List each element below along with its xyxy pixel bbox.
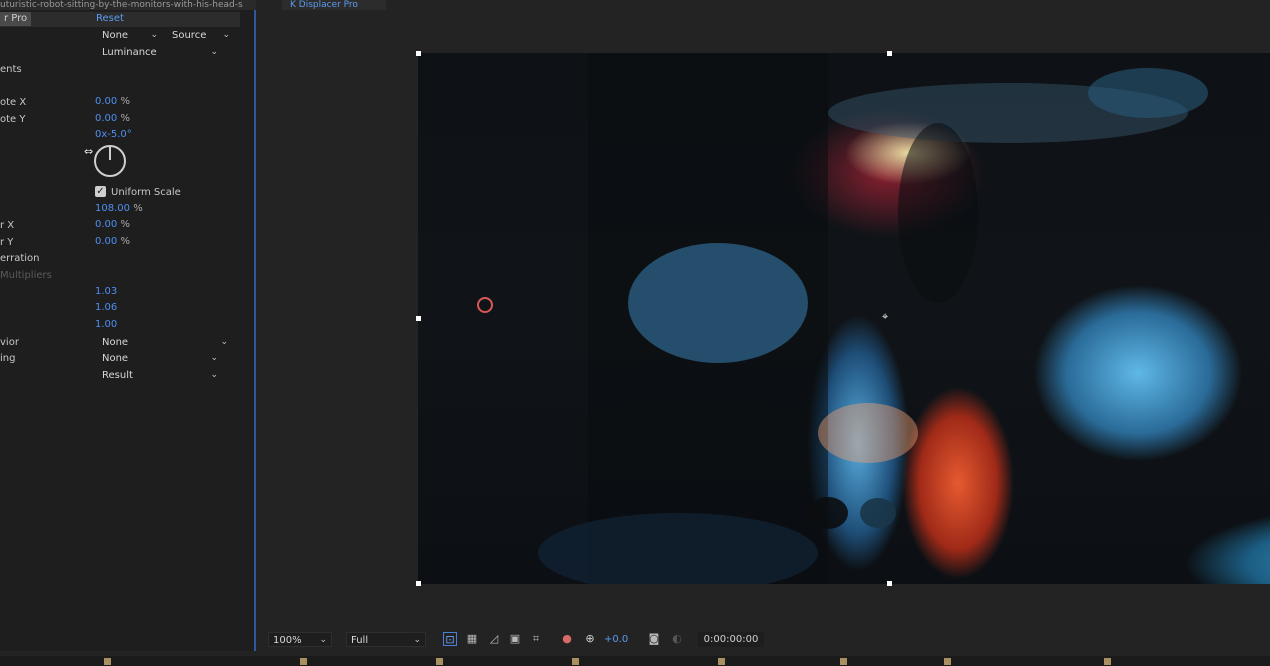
effect-name[interactable]: r Pro bbox=[0, 12, 32, 26]
section-label[interactable]: ents bbox=[0, 64, 22, 76]
chevron-down-icon: ⌄ bbox=[210, 370, 218, 380]
canvas-texture bbox=[477, 53, 1208, 584]
show-snapshot-icon[interactable]: ◐ bbox=[670, 632, 684, 646]
channel-dropdown-value: Luminance bbox=[102, 47, 157, 58]
uniform-scale-checkbox[interactable]: ✓ bbox=[95, 186, 106, 197]
chevron-down-icon: ⌄ bbox=[413, 635, 421, 645]
rotate-x-value[interactable]: 0.00 % bbox=[95, 96, 130, 108]
transform-handle[interactable] bbox=[887, 51, 892, 56]
reset-link[interactable]: Reset bbox=[96, 12, 124, 26]
composition-canvas[interactable] bbox=[418, 53, 1270, 584]
output-dropdown[interactable]: Result ⌄ bbox=[98, 368, 222, 383]
rotation-value[interactable]: 0x-5.0° bbox=[95, 129, 132, 141]
layer-dropdown[interactable]: None ⌄ bbox=[98, 28, 162, 43]
layer-dropdown-value: None bbox=[102, 30, 129, 41]
blending-dropdown-value: None bbox=[102, 353, 129, 364]
multipliers-label: Multipliers bbox=[0, 270, 52, 281]
strip-item bbox=[104, 657, 115, 666]
dial-hand bbox=[109, 147, 111, 160]
rotate-x-label: ote X bbox=[0, 97, 27, 108]
aberration-label[interactable]: erration bbox=[0, 253, 39, 265]
viewer-tab[interactable]: K Displacer Pro bbox=[282, 0, 386, 10]
checkmark-icon: ✓ bbox=[96, 186, 105, 197]
output-dropdown-value: Result bbox=[102, 370, 133, 381]
channel-dropdown[interactable]: Luminance ⌄ bbox=[98, 45, 222, 60]
cursor-icon: ⇔ bbox=[84, 145, 94, 158]
transform-handle[interactable] bbox=[416, 51, 421, 56]
blending-label: ing bbox=[0, 353, 16, 364]
chevron-down-icon: ⌄ bbox=[319, 635, 327, 645]
transform-handle[interactable] bbox=[887, 581, 892, 586]
strip-item bbox=[944, 657, 955, 666]
offset-x-label: r X bbox=[0, 220, 15, 231]
guides-icon[interactable]: ▣ bbox=[508, 632, 522, 646]
behavior-dropdown-value: None bbox=[102, 337, 129, 348]
blending-dropdown[interactable]: None ⌄ bbox=[98, 351, 222, 366]
color-channels-icon[interactable]: ● bbox=[560, 632, 574, 646]
strip-item bbox=[1104, 657, 1115, 666]
offset-x-value[interactable]: 0.00 % bbox=[95, 219, 130, 231]
region-of-interest-icon[interactable]: ⊡ bbox=[443, 632, 457, 646]
multiplier-1-value[interactable]: 1.03 bbox=[95, 286, 117, 298]
resolution-dropdown[interactable]: Full ⌄ bbox=[346, 632, 426, 647]
behavior-label: vior bbox=[0, 337, 19, 348]
transform-handle[interactable] bbox=[416, 316, 421, 321]
grid-icon[interactable]: ⌗ bbox=[529, 632, 543, 646]
strip-item bbox=[718, 657, 729, 666]
multiplier-2-value[interactable]: 1.06 bbox=[95, 302, 117, 314]
chevron-down-icon: ⌄ bbox=[220, 337, 228, 347]
rotate-y-label: ote Y bbox=[0, 114, 26, 125]
chevron-down-icon: ⌄ bbox=[210, 47, 218, 57]
zoom-value: 100% bbox=[273, 635, 302, 646]
anchor-point-icon[interactable]: ⌖ bbox=[882, 310, 888, 324]
rotate-y-value[interactable]: 0.00 % bbox=[95, 113, 130, 125]
strip-item bbox=[300, 657, 311, 666]
multiplier-3-value[interactable]: 1.00 bbox=[95, 319, 117, 331]
behavior-dropdown[interactable]: None ⌄ bbox=[98, 335, 232, 350]
resolution-value: Full bbox=[351, 635, 369, 646]
strip-item bbox=[436, 657, 447, 666]
source-dropdown[interactable]: Source ⌄ bbox=[168, 28, 234, 43]
chevron-down-icon: ⌄ bbox=[150, 30, 158, 40]
exposure-offset[interactable]: +0.0 bbox=[604, 632, 628, 647]
chevron-down-icon: ⌄ bbox=[210, 353, 218, 363]
strip-item bbox=[572, 657, 583, 666]
chevron-down-icon: ⌄ bbox=[222, 30, 230, 40]
transform-handle[interactable] bbox=[416, 581, 421, 586]
camera-icon[interactable]: ◙ bbox=[647, 632, 661, 646]
exposure-icon[interactable]: ⊕ bbox=[583, 632, 597, 646]
strip-item bbox=[840, 657, 851, 666]
offset-y-label: r Y bbox=[0, 237, 14, 248]
offset-y-value[interactable]: 0.00 % bbox=[95, 236, 130, 248]
source-dropdown-value: Source bbox=[172, 30, 207, 41]
timecode-display[interactable]: 0:00:00:00 bbox=[698, 632, 764, 647]
panel-header-filename: uturistic-robot-sitting-by-the-monitors-… bbox=[0, 0, 256, 10]
transparency-grid-icon[interactable]: ▦ bbox=[465, 632, 479, 646]
scale-value[interactable]: 108.00 % bbox=[95, 203, 143, 215]
bottom-strip bbox=[0, 656, 1270, 666]
mask-path-icon[interactable]: ◿ bbox=[487, 632, 501, 646]
uniform-scale-label: Uniform Scale bbox=[111, 187, 181, 198]
zoom-dropdown[interactable]: 100% ⌄ bbox=[268, 632, 332, 647]
